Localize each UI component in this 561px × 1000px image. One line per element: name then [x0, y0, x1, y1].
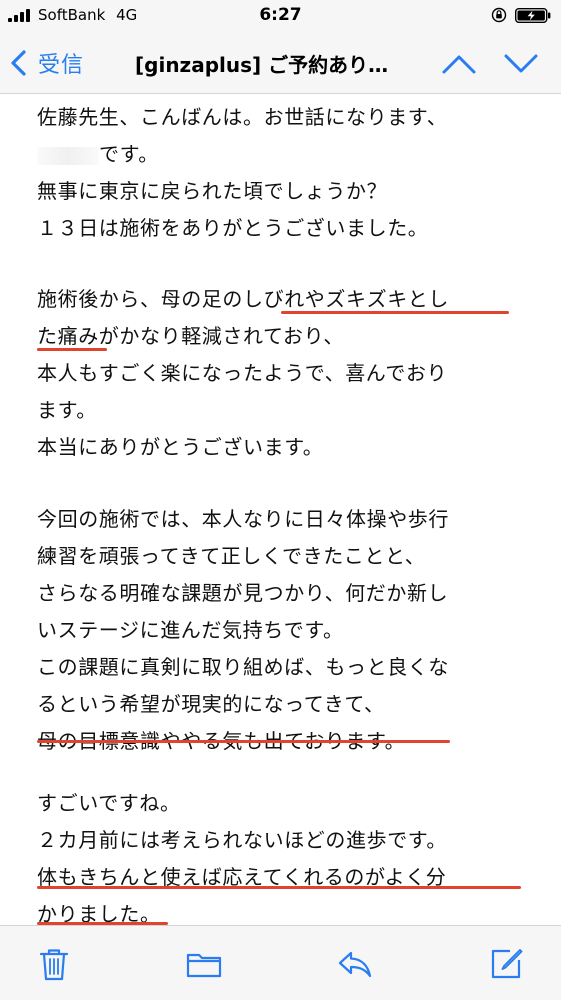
highlight-underline	[37, 886, 521, 889]
highlight-underline	[37, 740, 450, 743]
compose-icon[interactable]	[488, 946, 524, 982]
body-line: 今回の施術では、本人なりに日々体操や歩行	[37, 507, 449, 531]
folder-icon[interactable]	[186, 946, 222, 982]
redacted-name	[37, 146, 99, 165]
paragraph-greeting: 佐藤先生、こんばんは。お世話になります、 です。 無事に東京に戻られた頃でしょう…	[37, 99, 537, 247]
battery-charging-icon	[515, 8, 551, 23]
body-line-with-redaction: です。	[37, 136, 537, 173]
body-line: 佐藤先生、こんばんは。お世話になります、	[37, 105, 448, 129]
body-line: さらなる明確な課題が見つかり、何だか新し	[37, 581, 449, 605]
body-line: いステージに進んだ気持ちです。	[37, 618, 344, 642]
body-line: 体もきちんと使えば応えてくれるのがよく分	[37, 865, 447, 889]
body-line: るという希望が現実的になってきて、	[37, 692, 385, 716]
paragraph-progress: すごいですね。 ２カ月前には考えられないほどの進歩です。 体もきちんと使えば応え…	[37, 785, 537, 925]
message-subject-title: [ginzaplus] ご予約あり…	[135, 53, 389, 77]
body-line: 練習を頑張ってきて正しくできたことと、	[37, 544, 426, 568]
clock: 6:27	[259, 5, 302, 25]
chevron-down-icon[interactable]	[502, 50, 540, 78]
status-bar: SoftBank 4G 6:27	[0, 0, 561, 32]
message-body[interactable]: 佐藤先生、こんばんは。お世話になります、 です。 無事に東京に戻られた頃でしょう…	[0, 95, 561, 925]
body-line: た痛みがかなり軽減されており、	[37, 324, 344, 348]
back-button[interactable]: 受信	[8, 46, 84, 80]
back-label: 受信	[38, 53, 85, 78]
paragraph-improvement: 施術後から、母の足のしびれやズキズキとし た痛みがかなり軽減されており、 本人も…	[37, 281, 537, 466]
body-line: 本人もすごく楽になったようで、喜んでおり	[37, 361, 448, 385]
body-line: 本当にありがとうございます。	[37, 435, 324, 459]
body-line-text: です。	[99, 142, 159, 166]
paragraph-treatment: 今回の施術では、本人なりに日々体操や歩行 練習を頑張ってきて正しくできたことと、…	[37, 501, 537, 760]
body-line: 無事に東京に戻られた頃でしょうか？	[37, 179, 388, 203]
rotation-lock-icon	[491, 7, 507, 23]
body-line: すごいですね。	[37, 791, 181, 815]
body-line: かりました。	[37, 902, 161, 925]
highlight-underline	[37, 348, 107, 351]
reply-icon[interactable]	[337, 946, 373, 982]
chevron-up-icon[interactable]	[440, 50, 478, 78]
chevron-left-icon	[11, 50, 26, 76]
body-line: １３日は施術をありがとうございました。	[37, 216, 429, 240]
highlight-underline	[281, 311, 509, 314]
body-line: ２カ月前には考えられないほどの進歩です。	[37, 828, 447, 852]
bottom-toolbar	[0, 925, 561, 1000]
trash-icon[interactable]	[36, 946, 72, 982]
body-line: ます。	[37, 398, 97, 422]
navigation-bar: 受信 [ginzaplus] ご予約あり…	[0, 32, 561, 94]
body-line: この課題に真剣に取り組めば、もっと良くな	[37, 655, 449, 679]
